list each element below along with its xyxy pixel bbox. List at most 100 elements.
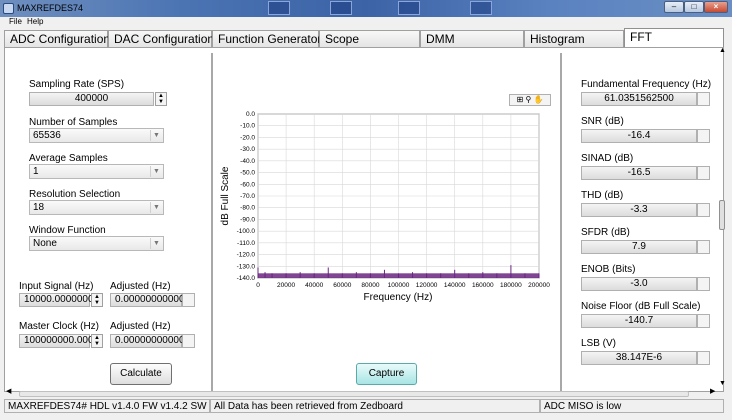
y-tick-label: 0.0	[246, 111, 255, 118]
maximize-icon[interactable]: □	[684, 1, 704, 13]
scroll-thumb[interactable]	[19, 391, 689, 397]
calculate-button[interactable]: Calculate	[110, 363, 172, 385]
minimize-icon[interactable]: –	[664, 1, 684, 13]
chevron-down-icon[interactable]: ▼	[150, 202, 162, 213]
tab-fft[interactable]: FFT	[624, 28, 724, 47]
input-signal-label: Input Signal (Hz)	[19, 281, 94, 292]
tab-adc-configuration[interactable]: ADC Configuration	[4, 30, 110, 47]
y-tick-label: -20.0	[240, 134, 255, 141]
window-title: MAXREFDES74	[17, 3, 84, 13]
y-tick-label: -120.0	[237, 252, 256, 259]
input-signal-field[interactable]: 10000.0000000	[19, 293, 94, 307]
master-clock-field[interactable]: 100000000.000	[19, 334, 94, 348]
spin-down-icon[interactable]: ▼	[92, 341, 102, 347]
y-tick-label: -40.0	[240, 158, 255, 165]
scroll-left-icon[interactable]: ◀	[6, 387, 11, 395]
scroll-right-icon[interactable]: ▶	[710, 387, 715, 395]
spin-down-icon[interactable]: ▼	[156, 99, 166, 105]
app-icon	[3, 3, 14, 14]
adjusted-value-1: 0.00000000000	[110, 293, 185, 307]
y-tick-label: -140.0	[237, 275, 256, 282]
sampling-rate-field[interactable]: 400000	[29, 92, 154, 106]
x-tick-label: 40000	[305, 282, 323, 289]
resolution-label: Resolution Selection	[29, 189, 121, 200]
y-tick-label: -110.0	[237, 240, 255, 247]
decor-icon	[330, 1, 352, 15]
y-tick-label: -60.0	[240, 181, 255, 188]
adjusted-value-2: 0.00000000000	[110, 334, 185, 348]
result-indicator	[697, 166, 710, 180]
menu-bar: File Help	[0, 17, 732, 28]
fft-chart[interactable]: 0.0 -10.0 -20.0 -30.0 -40.0 -50.0 -60.0 -70.0 -8…	[214, 108, 554, 308]
result-label: LSB (V)	[581, 338, 617, 349]
result-indicator	[697, 92, 710, 106]
y-axis-ticks: 0.0 -10.0 -20.0 -30.0 -40.0 -50.0 -60.0 -70.0 -8…	[237, 111, 256, 282]
scroll-up-icon[interactable]: ▲	[719, 47, 726, 54]
result-label: SNR (dB)	[581, 116, 624, 127]
resolution-select[interactable]: 18 ▼	[29, 200, 164, 215]
result-indicator	[697, 351, 710, 365]
num-samples-value: 65536	[33, 130, 61, 141]
x-tick-label: 120000	[416, 282, 438, 289]
status-version: MAXREFDES74# HDL v1.4.0 FW v1.4.2 SW v1.…	[4, 399, 210, 413]
close-icon[interactable]: ×	[704, 1, 728, 13]
chevron-down-icon[interactable]: ▼	[150, 238, 162, 249]
x-tick-label: 180000	[500, 282, 522, 289]
x-axis-label: Frequency (Hz)	[364, 292, 433, 303]
status-adc: ADC MISO is low	[540, 399, 724, 413]
x-tick-label: 200000	[528, 282, 550, 289]
num-samples-select[interactable]: 65536 ▼	[29, 128, 164, 143]
title-bar: MAXREFDES74 – □ ×	[0, 0, 732, 17]
horizontal-scrollbar[interactable]: ◀ ▶	[4, 387, 720, 398]
result-label: Fundamental Frequency (Hz)	[581, 79, 712, 90]
decor-icon	[268, 1, 290, 15]
result-indicator	[697, 129, 710, 143]
y-tick-label: -70.0	[240, 193, 255, 200]
chevron-down-icon[interactable]: ▼	[150, 130, 162, 141]
result-value: -16.4	[581, 129, 697, 143]
window-function-select[interactable]: None ▼	[29, 236, 164, 251]
chart-toolbar: ⊞ ⚲ ✋	[509, 94, 551, 106]
resolution-value: 18	[33, 202, 45, 213]
status-message: All Data has been retrieved from Zedboar…	[210, 399, 540, 413]
crosshair-icon[interactable]: ⊞	[517, 95, 524, 104]
result-label: SINAD (dB)	[581, 153, 634, 164]
num-samples-label: Number of Samples	[29, 117, 118, 128]
y-tick-label: -10.0	[240, 123, 255, 130]
result-label: THD (dB)	[581, 190, 624, 201]
tab-dmm[interactable]: DMM	[420, 30, 524, 47]
tab-histogram[interactable]: Histogram	[524, 30, 624, 47]
zoom-icon[interactable]: ⚲	[525, 95, 531, 104]
x-tick-label: 100000	[388, 282, 410, 289]
menu-help[interactable]: Help	[27, 17, 43, 26]
tab-scope[interactable]: Scope	[319, 30, 420, 47]
spin-down-icon[interactable]: ▼	[92, 300, 102, 306]
status-bar: MAXREFDES74# HDL v1.4.0 FW v1.4.2 SW v1.…	[4, 399, 724, 413]
tab-dac-configuration[interactable]: DAC Configuration	[108, 30, 214, 47]
result-value: -3.3	[581, 203, 697, 217]
input-signal-spinner[interactable]: ▲ ▼	[91, 293, 103, 307]
sampling-rate-spinner[interactable]: ▲ ▼	[155, 92, 167, 106]
y-tick-label: -80.0	[240, 205, 255, 212]
scroll-down-icon[interactable]: ▼	[719, 380, 726, 387]
capture-button[interactable]: Capture	[356, 363, 417, 385]
pan-hand-icon[interactable]: ✋	[534, 95, 544, 104]
avg-samples-value: 1	[33, 166, 39, 177]
result-indicator	[697, 240, 710, 254]
chevron-down-icon[interactable]: ▼	[150, 166, 162, 177]
y-axis-label: dB Full Scale	[220, 166, 231, 225]
result-indicator	[697, 203, 710, 217]
result-indicator	[697, 277, 710, 291]
x-axis-ticks: 0 20000 40000 60000 80000 100000 120000 140000 1…	[256, 282, 550, 289]
x-tick-label: 160000	[472, 282, 494, 289]
x-tick-label: 140000	[444, 282, 466, 289]
tab-strip: ADC Configuration DAC Configuration Func…	[4, 28, 724, 47]
decor-icon	[398, 1, 420, 15]
result-value: -140.7	[581, 314, 697, 328]
menu-file[interactable]: File	[9, 17, 22, 26]
tab-function-generator[interactable]: Function Generator	[212, 30, 321, 47]
avg-samples-select[interactable]: 1 ▼	[29, 164, 164, 179]
master-clock-spinner[interactable]: ▲ ▼	[91, 334, 103, 348]
vertical-scroll-thumb[interactable]	[719, 200, 725, 230]
result-label: Noise Floor (dB Full Scale)	[581, 301, 701, 312]
